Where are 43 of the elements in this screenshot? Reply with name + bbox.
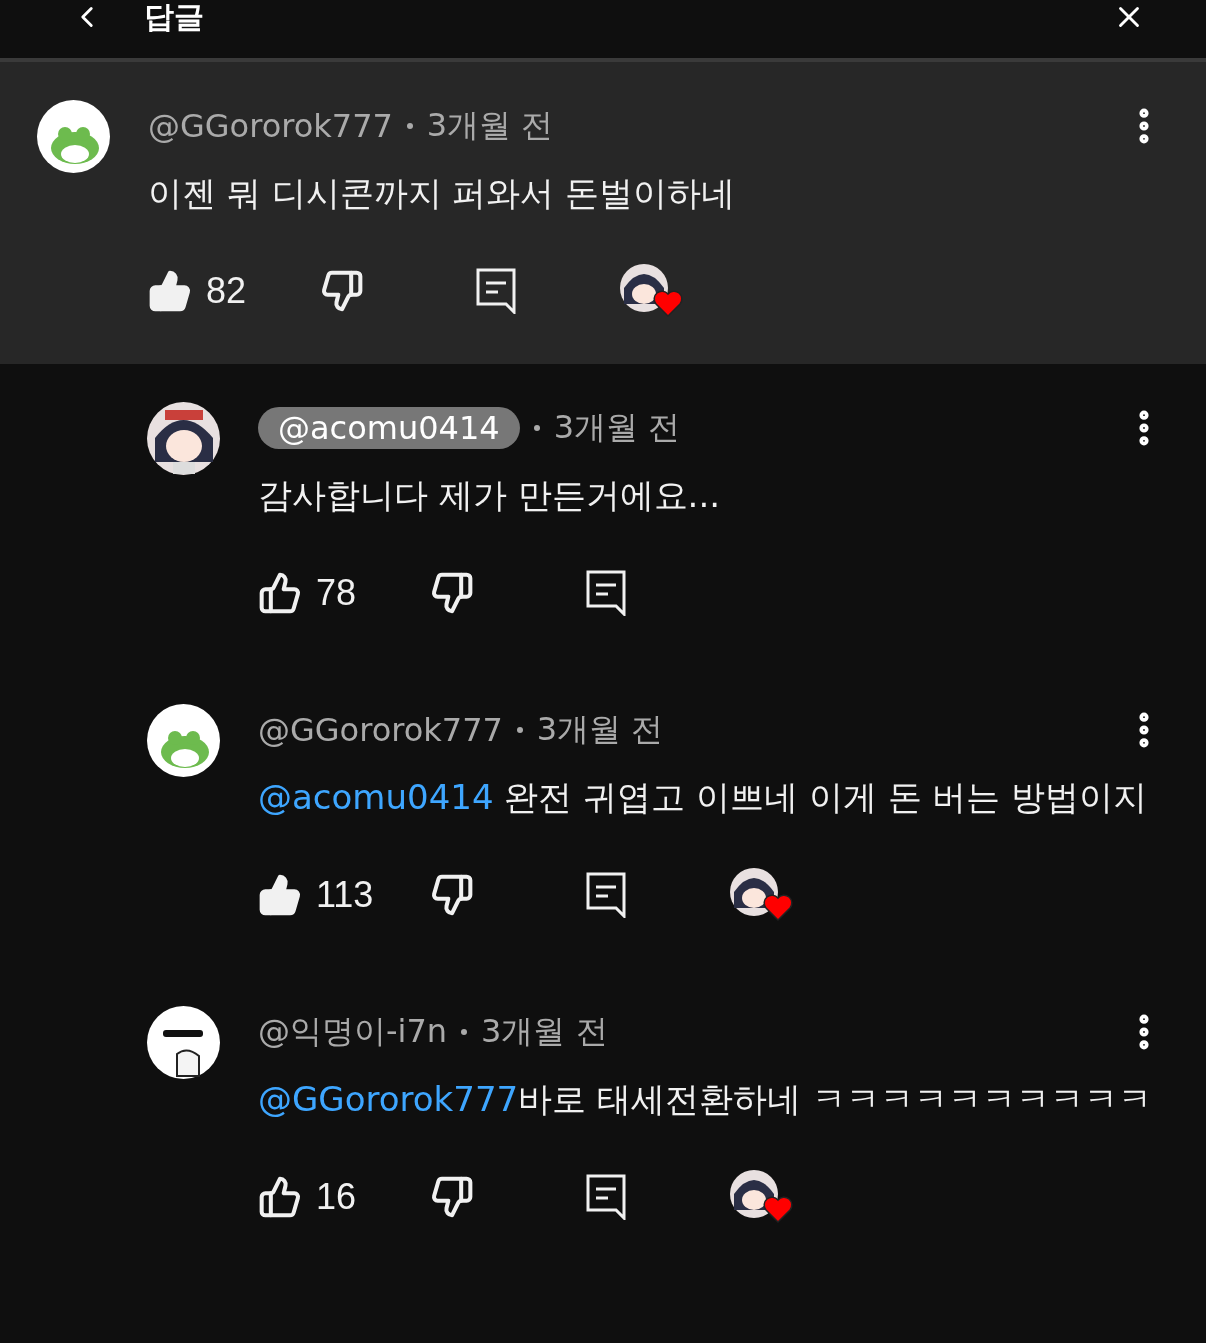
reply-icon — [476, 268, 516, 314]
separator-dot — [461, 1029, 468, 1035]
comment-text: 이젠 뭐 디시콘까지 퍼와서 돈벌이하네 — [148, 172, 737, 215]
reply-button[interactable] — [586, 570, 626, 616]
author-name[interactable]: @GGororok777 — [148, 107, 393, 145]
comment-text: 감사합니다 제가 만든거에요... — [258, 474, 722, 517]
comment-text: @GGororok777바로 태세전환하네 ㅋㅋㅋㅋㅋㅋㅋㅋㅋㅋ — [258, 1078, 1153, 1121]
reply-icon — [586, 570, 626, 616]
comment-time: 3개월 전 — [536, 709, 665, 750]
dislike-button[interactable] — [320, 269, 364, 313]
author-name[interactable]: @GGororok777 — [258, 711, 503, 749]
thumbs-up-icon — [258, 571, 302, 615]
avatar-icon[interactable] — [37, 100, 110, 173]
avatar-icon[interactable] — [147, 1006, 220, 1079]
separator-dot — [533, 425, 540, 431]
thumbs-up-icon — [148, 269, 192, 313]
separator-dot — [516, 727, 523, 733]
mention-link[interactable]: @GGororok777 — [258, 1079, 519, 1119]
like-button[interactable]: 78 — [258, 571, 430, 615]
page-title: 답글 — [144, 0, 205, 34]
avatar-icon[interactable] — [147, 704, 220, 777]
comment-time: 3개월 전 — [481, 1011, 609, 1052]
like-button[interactable]: 113 — [258, 873, 430, 917]
reply-icon — [586, 1174, 626, 1220]
reply-button[interactable] — [476, 268, 516, 314]
dislike-button[interactable] — [430, 1175, 474, 1219]
thumbs-up-icon — [258, 1175, 302, 1219]
author-name[interactable]: @익명이-i7n — [258, 1010, 448, 1054]
reply-icon — [586, 872, 626, 918]
like-button[interactable]: 82 — [148, 269, 320, 313]
mention-link[interactable]: @acomu0414 — [258, 777, 494, 817]
author-name[interactable]: @acomu0414 — [258, 407, 520, 449]
comment-time: 3개월 전 — [553, 407, 682, 448]
reply-button[interactable] — [586, 1174, 626, 1220]
dislike-button[interactable] — [430, 571, 474, 615]
separator-dot — [406, 123, 413, 129]
comment-text: @acomu0414 완전 귀엽고 이쁘네 이게 돈 버는 방법이지 — [258, 776, 1149, 819]
comment-time: 3개월 전 — [426, 105, 555, 146]
like-button[interactable]: 16 — [258, 1175, 430, 1219]
dislike-button[interactable] — [430, 873, 474, 917]
thumbs-up-icon — [258, 873, 302, 917]
avatar-icon[interactable] — [147, 402, 220, 475]
reply-button[interactable] — [586, 872, 626, 918]
